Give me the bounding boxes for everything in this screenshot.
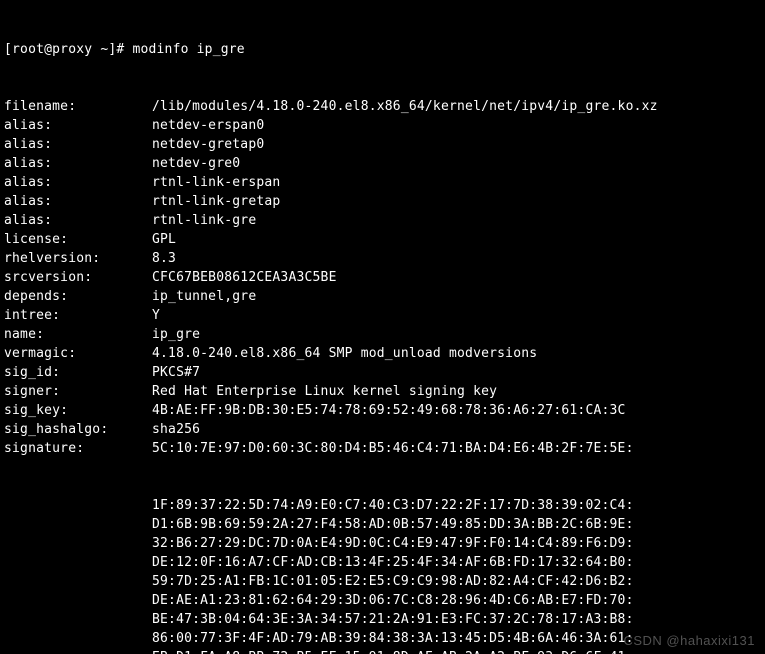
signature-line: 32:B6:27:29:DC:7D:0A:E4:9D:0C:C4:E9:47:9… bbox=[4, 534, 761, 553]
modinfo-row: alias:netdev-gretap0 bbox=[4, 135, 761, 154]
signature-line: DE:AE:A1:23:81:62:64:29:3D:06:7C:C8:28:9… bbox=[4, 591, 761, 610]
field-value: sha256 bbox=[152, 420, 200, 439]
field-label: sig_hashalgo: bbox=[4, 420, 152, 439]
modinfo-row: filename:/lib/modules/4.18.0-240.el8.x86… bbox=[4, 97, 761, 116]
signature-value: 86:00:77:3F:4F:AD:79:AB:39:84:38:3A:13:4… bbox=[152, 629, 634, 648]
prompt-space bbox=[124, 40, 132, 59]
signature-line: BE:47:3B:04:64:3E:3A:34:57:21:2A:91:E3:F… bbox=[4, 610, 761, 629]
signature-value: BE:47:3B:04:64:3E:3A:34:57:21:2A:91:E3:F… bbox=[152, 610, 634, 629]
field-label: signature: bbox=[4, 439, 152, 458]
modinfo-row: alias:rtnl-link-erspan bbox=[4, 173, 761, 192]
field-label: alias: bbox=[4, 135, 152, 154]
prompt-line: [root@proxy ~]# modinfo ip_gre bbox=[4, 40, 761, 59]
modinfo-row: alias:rtnl-link-gretap bbox=[4, 192, 761, 211]
field-label: sig_key: bbox=[4, 401, 152, 420]
modinfo-row: rhelversion:8.3 bbox=[4, 249, 761, 268]
field-label: name: bbox=[4, 325, 152, 344]
modinfo-row: sig_key:4B:AE:FF:9B:DB:30:E5:74:78:69:52… bbox=[4, 401, 761, 420]
field-value: 8.3 bbox=[152, 249, 176, 268]
field-label: rhelversion: bbox=[4, 249, 152, 268]
field-value: ip_gre bbox=[152, 325, 200, 344]
field-value: rtnl-link-gretap bbox=[152, 192, 280, 211]
field-value: netdev-gretap0 bbox=[152, 135, 264, 154]
signature-value: 1F:89:37:22:5D:74:A9:E0:C7:40:C3:D7:22:2… bbox=[152, 496, 634, 515]
field-value: 5C:10:7E:97:D0:60:3C:80:D4:B5:46:C4:71:B… bbox=[152, 439, 634, 458]
field-label: alias: bbox=[4, 154, 152, 173]
modinfo-row: alias:netdev-gre0 bbox=[4, 154, 761, 173]
field-value: netdev-erspan0 bbox=[152, 116, 264, 135]
modinfo-fields: filename:/lib/modules/4.18.0-240.el8.x86… bbox=[4, 97, 761, 458]
field-value: Red Hat Enterprise Linux kernel signing … bbox=[152, 382, 497, 401]
modinfo-row: srcversion:CFC67BEB08612CEA3A3C5BE bbox=[4, 268, 761, 287]
field-value: rtnl-link-erspan bbox=[152, 173, 280, 192]
field-value: 4B:AE:FF:9B:DB:30:E5:74:78:69:52:49:68:7… bbox=[152, 401, 626, 420]
field-label: alias: bbox=[4, 173, 152, 192]
signature-line: D1:6B:9B:69:59:2A:27:F4:58:AD:0B:57:49:8… bbox=[4, 515, 761, 534]
signature-value: 59:7D:25:A1:FB:1C:01:05:E2:E5:C9:C9:98:A… bbox=[152, 572, 634, 591]
field-label: depends: bbox=[4, 287, 152, 306]
signature-line: EB:D1:FA:A8:BB:72:B5:EF:15:91:8D:AF:AB:2… bbox=[4, 648, 761, 654]
modinfo-row: signature:5C:10:7E:97:D0:60:3C:80:D4:B5:… bbox=[4, 439, 761, 458]
modinfo-row: sig_hashalgo:sha256 bbox=[4, 420, 761, 439]
field-label: alias: bbox=[4, 192, 152, 211]
modinfo-row: intree:Y bbox=[4, 306, 761, 325]
field-value: CFC67BEB08612CEA3A3C5BE bbox=[152, 268, 337, 287]
field-label: signer: bbox=[4, 382, 152, 401]
field-label: filename: bbox=[4, 97, 152, 116]
shell-command: modinfo ip_gre bbox=[132, 40, 244, 59]
field-label: intree: bbox=[4, 306, 152, 325]
terminal-output: [root@proxy ~]# modinfo ip_gre filename:… bbox=[0, 0, 765, 654]
signature-continuation: 1F:89:37:22:5D:74:A9:E0:C7:40:C3:D7:22:2… bbox=[4, 496, 761, 654]
modinfo-row: depends:ip_tunnel,gre bbox=[4, 287, 761, 306]
field-label: license: bbox=[4, 230, 152, 249]
field-label: sig_id: bbox=[4, 363, 152, 382]
field-label: srcversion: bbox=[4, 268, 152, 287]
field-label: vermagic: bbox=[4, 344, 152, 363]
field-value: GPL bbox=[152, 230, 176, 249]
modinfo-row: vermagic:4.18.0-240.el8.x86_64 SMP mod_u… bbox=[4, 344, 761, 363]
field-value: PKCS#7 bbox=[152, 363, 200, 382]
field-label: alias: bbox=[4, 116, 152, 135]
signature-value: EB:D1:FA:A8:BB:72:B5:EF:15:91:8D:AF:AB:2… bbox=[152, 648, 634, 654]
field-value: ip_tunnel,gre bbox=[152, 287, 256, 306]
field-value: Y bbox=[152, 306, 160, 325]
modinfo-row: sig_id:PKCS#7 bbox=[4, 363, 761, 382]
field-value: 4.18.0-240.el8.x86_64 SMP mod_unload mod… bbox=[152, 344, 537, 363]
field-value: netdev-gre0 bbox=[152, 154, 240, 173]
signature-value: DE:AE:A1:23:81:62:64:29:3D:06:7C:C8:28:9… bbox=[152, 591, 634, 610]
signature-value: DE:12:0F:16:A7:CF:AD:CB:13:4F:25:4F:34:A… bbox=[152, 553, 634, 572]
field-value: rtnl-link-gre bbox=[152, 211, 256, 230]
signature-value: 32:B6:27:29:DC:7D:0A:E4:9D:0C:C4:E9:47:9… bbox=[152, 534, 634, 553]
modinfo-row: signer:Red Hat Enterprise Linux kernel s… bbox=[4, 382, 761, 401]
shell-prompt: [root@proxy ~]# bbox=[4, 40, 124, 59]
signature-value: D1:6B:9B:69:59:2A:27:F4:58:AD:0B:57:49:8… bbox=[152, 515, 634, 534]
modinfo-row: alias:netdev-erspan0 bbox=[4, 116, 761, 135]
modinfo-row: name:ip_gre bbox=[4, 325, 761, 344]
field-label: alias: bbox=[4, 211, 152, 230]
signature-line: DE:12:0F:16:A7:CF:AD:CB:13:4F:25:4F:34:A… bbox=[4, 553, 761, 572]
signature-line: 1F:89:37:22:5D:74:A9:E0:C7:40:C3:D7:22:2… bbox=[4, 496, 761, 515]
modinfo-row: license:GPL bbox=[4, 230, 761, 249]
field-value: /lib/modules/4.18.0-240.el8.x86_64/kerne… bbox=[152, 97, 658, 116]
modinfo-row: alias:rtnl-link-gre bbox=[4, 211, 761, 230]
signature-line: 59:7D:25:A1:FB:1C:01:05:E2:E5:C9:C9:98:A… bbox=[4, 572, 761, 591]
signature-line: 86:00:77:3F:4F:AD:79:AB:39:84:38:3A:13:4… bbox=[4, 629, 761, 648]
